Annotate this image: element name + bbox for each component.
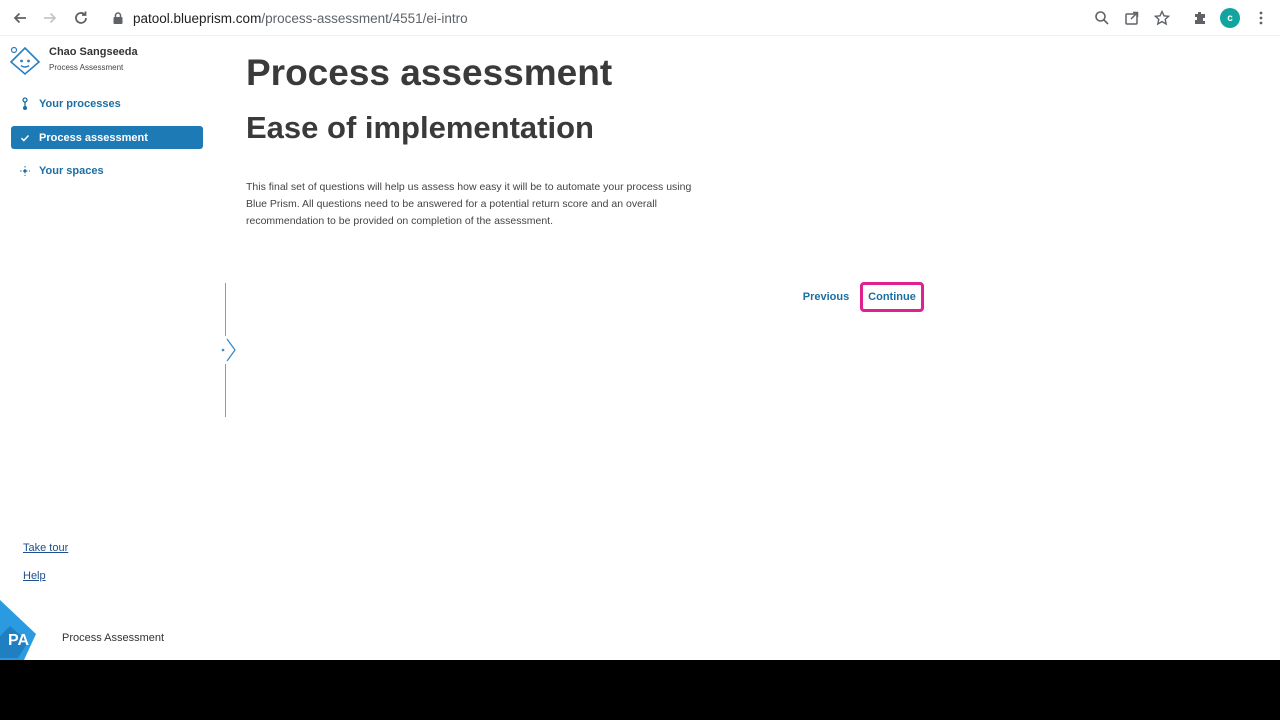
sidebar-item-your-spaces[interactable]: Your spaces — [11, 159, 203, 182]
forward-icon[interactable] — [37, 6, 63, 30]
sidebar-item-label: Your processes — [39, 97, 121, 110]
menu-icon[interactable] — [1248, 6, 1274, 30]
browser-toolbar: patool.blueprism.com/process-assessment/… — [0, 0, 1280, 36]
sidebar-item-label: Process assessment — [39, 131, 148, 144]
url-host: patool.blueprism.com — [133, 10, 262, 26]
check-icon — [16, 133, 34, 143]
process-icon — [16, 96, 34, 111]
page-title: Process assessment — [246, 52, 613, 93]
help-link[interactable]: Help — [23, 570, 46, 582]
brand-footer: PA Process Assessment — [0, 600, 214, 660]
collapse-toggle-icon[interactable] — [218, 336, 238, 364]
take-tour-link[interactable]: Take tour — [23, 542, 68, 554]
sidebar-item-your-processes[interactable]: Your processes — [11, 92, 203, 115]
continue-button[interactable]: Continue — [860, 282, 924, 312]
back-icon[interactable] — [7, 6, 33, 30]
section-title: Ease of implementation — [246, 110, 594, 145]
zoom-icon[interactable] — [1089, 6, 1115, 30]
share-icon[interactable] — [1119, 6, 1145, 30]
previous-button[interactable]: Previous — [797, 286, 855, 308]
pa-logo: PA — [0, 600, 58, 660]
address-bar[interactable]: patool.blueprism.com/process-assessment/… — [112, 8, 468, 28]
brand-name: Process Assessment — [62, 632, 165, 644]
url-path: /process-assessment/4551/ei-intro — [261, 10, 468, 26]
user-name: Chao Sangseeda — [49, 46, 138, 58]
sparkle-icon — [16, 165, 34, 177]
extensions-icon[interactable] — [1187, 6, 1213, 30]
sidebar: Chao Sangseeda Process Assessment Your p… — [0, 36, 214, 660]
reload-icon[interactable] — [68, 6, 94, 30]
sidebar-item-label: Your spaces — [39, 164, 104, 177]
brand-logo-text: PA — [8, 632, 29, 649]
lock-icon — [113, 12, 123, 24]
user-role: Process Assessment — [49, 63, 124, 72]
section-description: This final set of questions will help us… — [246, 181, 692, 227]
user-profile[interactable]: Chao Sangseeda Process Assessment — [8, 44, 208, 78]
user-logo-icon — [9, 46, 41, 76]
app-window: patool.blueprism.com/process-assessment/… — [0, 0, 1280, 660]
sidebar-item-process-assessment[interactable]: Process assessment — [11, 126, 203, 149]
star-icon[interactable] — [1149, 6, 1175, 30]
profile-avatar[interactable]: c — [1220, 8, 1240, 28]
